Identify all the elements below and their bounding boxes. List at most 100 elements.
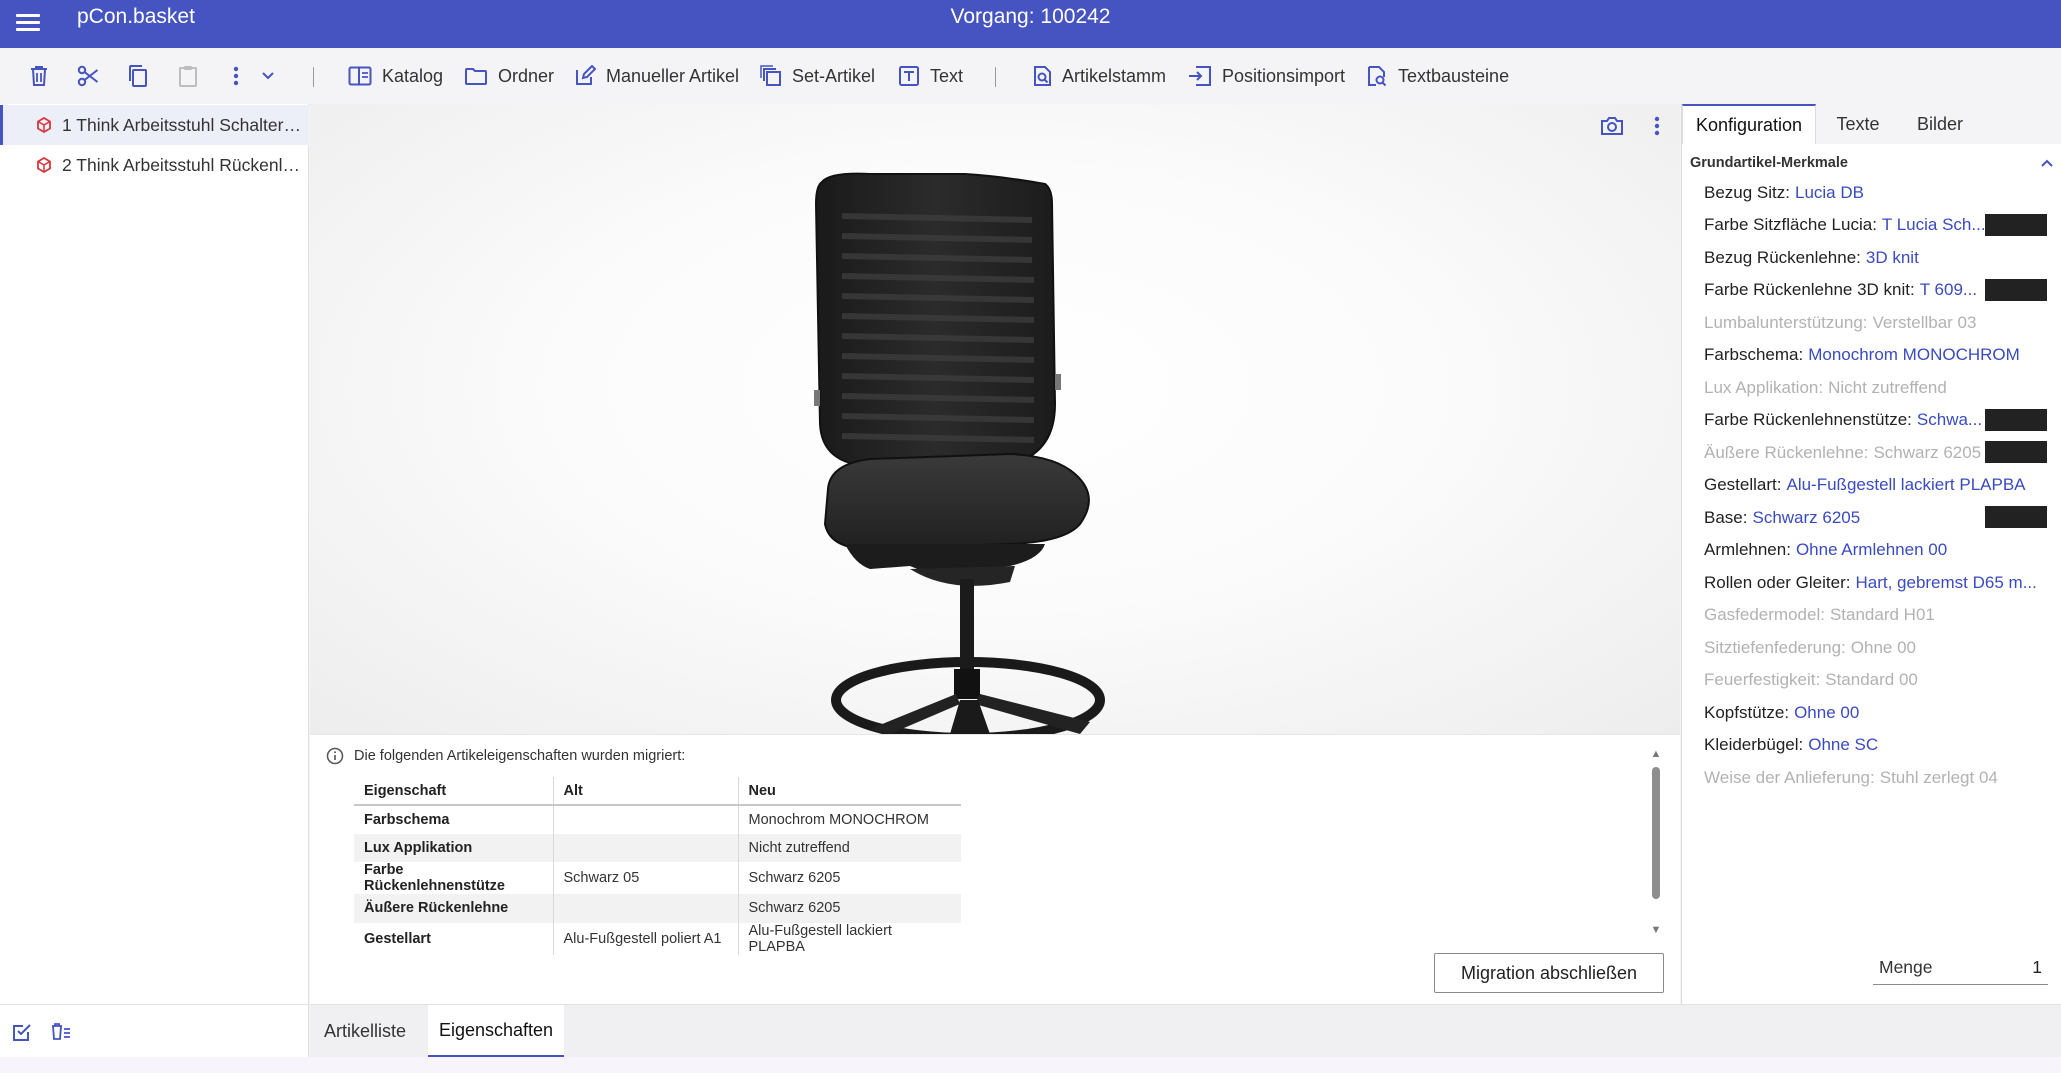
tab-konfiguration[interactable]: Konfiguration bbox=[1682, 104, 1816, 144]
manueller-artikel-label: Manueller Artikel bbox=[606, 65, 740, 86]
table-cell bbox=[553, 833, 739, 862]
table-row: Lux Applikation Nicht zutreffend bbox=[354, 833, 961, 862]
katalog-button[interactable]: Katalog bbox=[348, 62, 443, 90]
property-farbschema[interactable]: Farbschema: Monochrom MONOCHROM bbox=[1704, 340, 2044, 370]
textbausteine-button[interactable]: Textbausteine bbox=[1366, 62, 1509, 90]
toolbar: Katalog Ordner Manueller Artikel Set-Art… bbox=[0, 48, 2061, 104]
property-bezug-sitz[interactable]: Bezug Sitz: Lucia DB bbox=[1704, 178, 2044, 208]
property-aeussere-rueckenlehne: Äußere Rückenlehne: Schwarz 6205 bbox=[1704, 438, 2004, 468]
property-value: Schwarz 6205 bbox=[1752, 508, 1861, 527]
property-label: Sitztiefenfederung: bbox=[1704, 638, 1846, 657]
property-value: Schwa... bbox=[1916, 410, 1983, 429]
edit-icon bbox=[576, 65, 596, 85]
property-label: Lumbalunterstützung: bbox=[1704, 313, 1868, 332]
ordner-button[interactable]: Ordner bbox=[464, 62, 554, 90]
property-gestellart[interactable]: Gestellart: Alu-Fußgestell lackiert PLAPB… bbox=[1704, 470, 2044, 500]
artikelstamm-label: Artikelstamm bbox=[1062, 65, 1167, 86]
property-value: Standard 00 bbox=[1825, 670, 1918, 689]
tree-item-1[interactable]: 1 Think Arbeitsstuhl Schalterst... bbox=[0, 105, 309, 145]
quantity-field[interactable]: Menge 1 bbox=[1873, 951, 2048, 985]
table-cell: Lux Applikation bbox=[354, 833, 554, 862]
checklist-icon[interactable] bbox=[9, 1019, 35, 1045]
property-value: Hart, gebremst D65 m... bbox=[1855, 573, 2037, 592]
bottom-actions bbox=[0, 1004, 309, 1057]
color-swatch bbox=[1985, 409, 2047, 431]
tree-item-label: 2 Think Arbeitsstuhl Rückenle... bbox=[62, 154, 302, 175]
3d-viewport[interactable] bbox=[310, 104, 1680, 734]
artikelstamm-button[interactable]: Artikelstamm bbox=[1032, 62, 1166, 90]
property-gasfedermodel: Gasfedermodel: Standard H01 bbox=[1704, 600, 2044, 630]
property-value: Verstellbar 03 bbox=[1872, 313, 1977, 332]
property-bezug-rueckenlehne[interactable]: Bezug Rückenlehne: 3D knit bbox=[1704, 243, 2044, 273]
property-kopfstuetze[interactable]: Kopfstütze: Ohne 00 bbox=[1704, 698, 2044, 728]
paste-icon[interactable] bbox=[174, 62, 202, 90]
toolbar-separator bbox=[313, 67, 314, 87]
property-farbe-rueckenlehne[interactable]: Farbe Rückenlehne 3D knit: T 609... bbox=[1704, 275, 2004, 305]
table-cell: Schwarz 05 bbox=[553, 862, 739, 894]
chevron-down-icon[interactable] bbox=[254, 62, 282, 90]
tab-artikelliste[interactable]: Artikelliste bbox=[310, 1005, 420, 1058]
column-header-eigenschaft: Eigenschaft bbox=[354, 777, 554, 806]
color-swatch bbox=[1985, 214, 2047, 236]
property-label: Feuerfestigkeit: bbox=[1704, 670, 1821, 689]
text-button[interactable]: Text bbox=[898, 62, 963, 90]
delete-list-icon[interactable] bbox=[48, 1019, 74, 1045]
tab-bilder[interactable]: Bilder bbox=[1900, 104, 1980, 144]
property-label: Farbschema: bbox=[1704, 345, 1804, 364]
set-artikel-button[interactable]: Set-Artikel bbox=[760, 62, 875, 90]
property-label: Kleiderbügel: bbox=[1704, 735, 1804, 754]
property-value: Ohne SC bbox=[1808, 735, 1879, 754]
cut-icon[interactable] bbox=[74, 62, 102, 90]
chevron-up-icon bbox=[2041, 159, 2053, 167]
tree-item-2[interactable]: 2 Think Arbeitsstuhl Rückenle... bbox=[0, 145, 309, 185]
table-cell: Äußere Rückenlehne bbox=[354, 894, 554, 923]
property-label: Lux Applikation: bbox=[1704, 378, 1824, 397]
table-cell: Farbe Rückenlehnenstütze bbox=[354, 862, 554, 894]
section-title: Grundartikel-Merkmale bbox=[1690, 155, 1848, 171]
section-header-grundartikel[interactable]: Grundartikel-Merkmale bbox=[1690, 150, 2054, 176]
table-row: Farbschema Monochrom MONOCHROM bbox=[354, 805, 961, 834]
tree-item-label: 1 Think Arbeitsstuhl Schalterst... bbox=[62, 114, 302, 135]
property-value: Monochrom MONOCHROM bbox=[1808, 345, 2020, 364]
tab-eigenschaften[interactable]: Eigenschaften bbox=[428, 1005, 564, 1058]
color-swatch bbox=[1985, 506, 2047, 528]
property-armlehnen[interactable]: Armlehnen: Ohne Armlehnen 00 bbox=[1704, 535, 2044, 565]
property-kleiderbuegel[interactable]: Kleiderbügel: Ohne SC bbox=[1704, 730, 2044, 760]
import-icon bbox=[1189, 66, 1211, 86]
table-cell: Gestellart bbox=[354, 922, 554, 955]
property-lumbalunterstuetzung: Lumbalunterstützung: Verstellbar 03 bbox=[1704, 308, 2044, 338]
properties-tabs: Konfiguration Texte Bilder bbox=[1682, 104, 2061, 144]
migration-table: Eigenschaft Alt Neu Farbschema Monochrom… bbox=[354, 777, 961, 955]
tab-texte[interactable]: Texte bbox=[1816, 104, 1900, 144]
property-value: Alu-Fußgestell lackiert PLAPBA bbox=[1786, 475, 2026, 494]
scroll-up-icon[interactable]: ▲ bbox=[1649, 747, 1663, 761]
property-label: Farbe Sitzfläche Lucia: bbox=[1704, 215, 1877, 234]
scrollbar-thumb[interactable] bbox=[1652, 767, 1660, 899]
text-label: Text bbox=[930, 65, 964, 86]
table-cell: Schwarz 6205 bbox=[748, 870, 841, 886]
article-cube-icon bbox=[37, 117, 51, 133]
quantity-label: Menge bbox=[1879, 957, 1933, 977]
migration-finish-button[interactable]: Migration abschließen bbox=[1434, 953, 1664, 993]
copy-icon[interactable] bbox=[124, 62, 152, 90]
more-vertical-icon[interactable] bbox=[222, 62, 250, 90]
migration-info: Die folgenden Artikeleigenschaften wurde… bbox=[326, 747, 685, 765]
property-farbe-rueckenlehnenstuetze[interactable]: Farbe Rückenlehnenstütze: Schwa... bbox=[1704, 405, 2004, 435]
vorgang-title: Vorgang: 100242 bbox=[950, 5, 1111, 28]
property-feuerfestigkeit: Feuerfestigkeit: Standard 00 bbox=[1704, 665, 2044, 695]
scroll-down-icon[interactable]: ▼ bbox=[1649, 923, 1663, 937]
table-row: Gestellart Alu-Fußgestell poliert A1 Alu… bbox=[354, 922, 961, 955]
property-label: Weise der Anlieferung: bbox=[1704, 768, 1875, 787]
property-value: Stuhl zerlegt 04 bbox=[1879, 768, 1998, 787]
migration-panel: Die folgenden Artikeleigenschaften wurde… bbox=[310, 734, 1680, 1004]
property-farbe-sitzflaeche[interactable]: Farbe Sitzfläche Lucia: T Lucia Sch... bbox=[1704, 210, 2004, 240]
property-label: Kopfstütze: bbox=[1704, 703, 1790, 722]
property-value: Ohne Armlehnen 00 bbox=[1795, 540, 1948, 559]
table-cell: Schwarz 6205 bbox=[738, 894, 961, 923]
manueller-artikel-button[interactable]: Manueller Artikel bbox=[574, 62, 739, 90]
property-base[interactable]: Base: Schwarz 6205 bbox=[1704, 503, 2004, 533]
delete-icon[interactable] bbox=[25, 62, 53, 90]
positionsimport-button[interactable]: Positionsimport bbox=[1188, 62, 1345, 90]
table-cell: Nicht zutreffend bbox=[738, 833, 961, 862]
property-rollen-oder-gleiter[interactable]: Rollen oder Gleiter: Hart, gebremst D65 m… bbox=[1704, 568, 2044, 598]
